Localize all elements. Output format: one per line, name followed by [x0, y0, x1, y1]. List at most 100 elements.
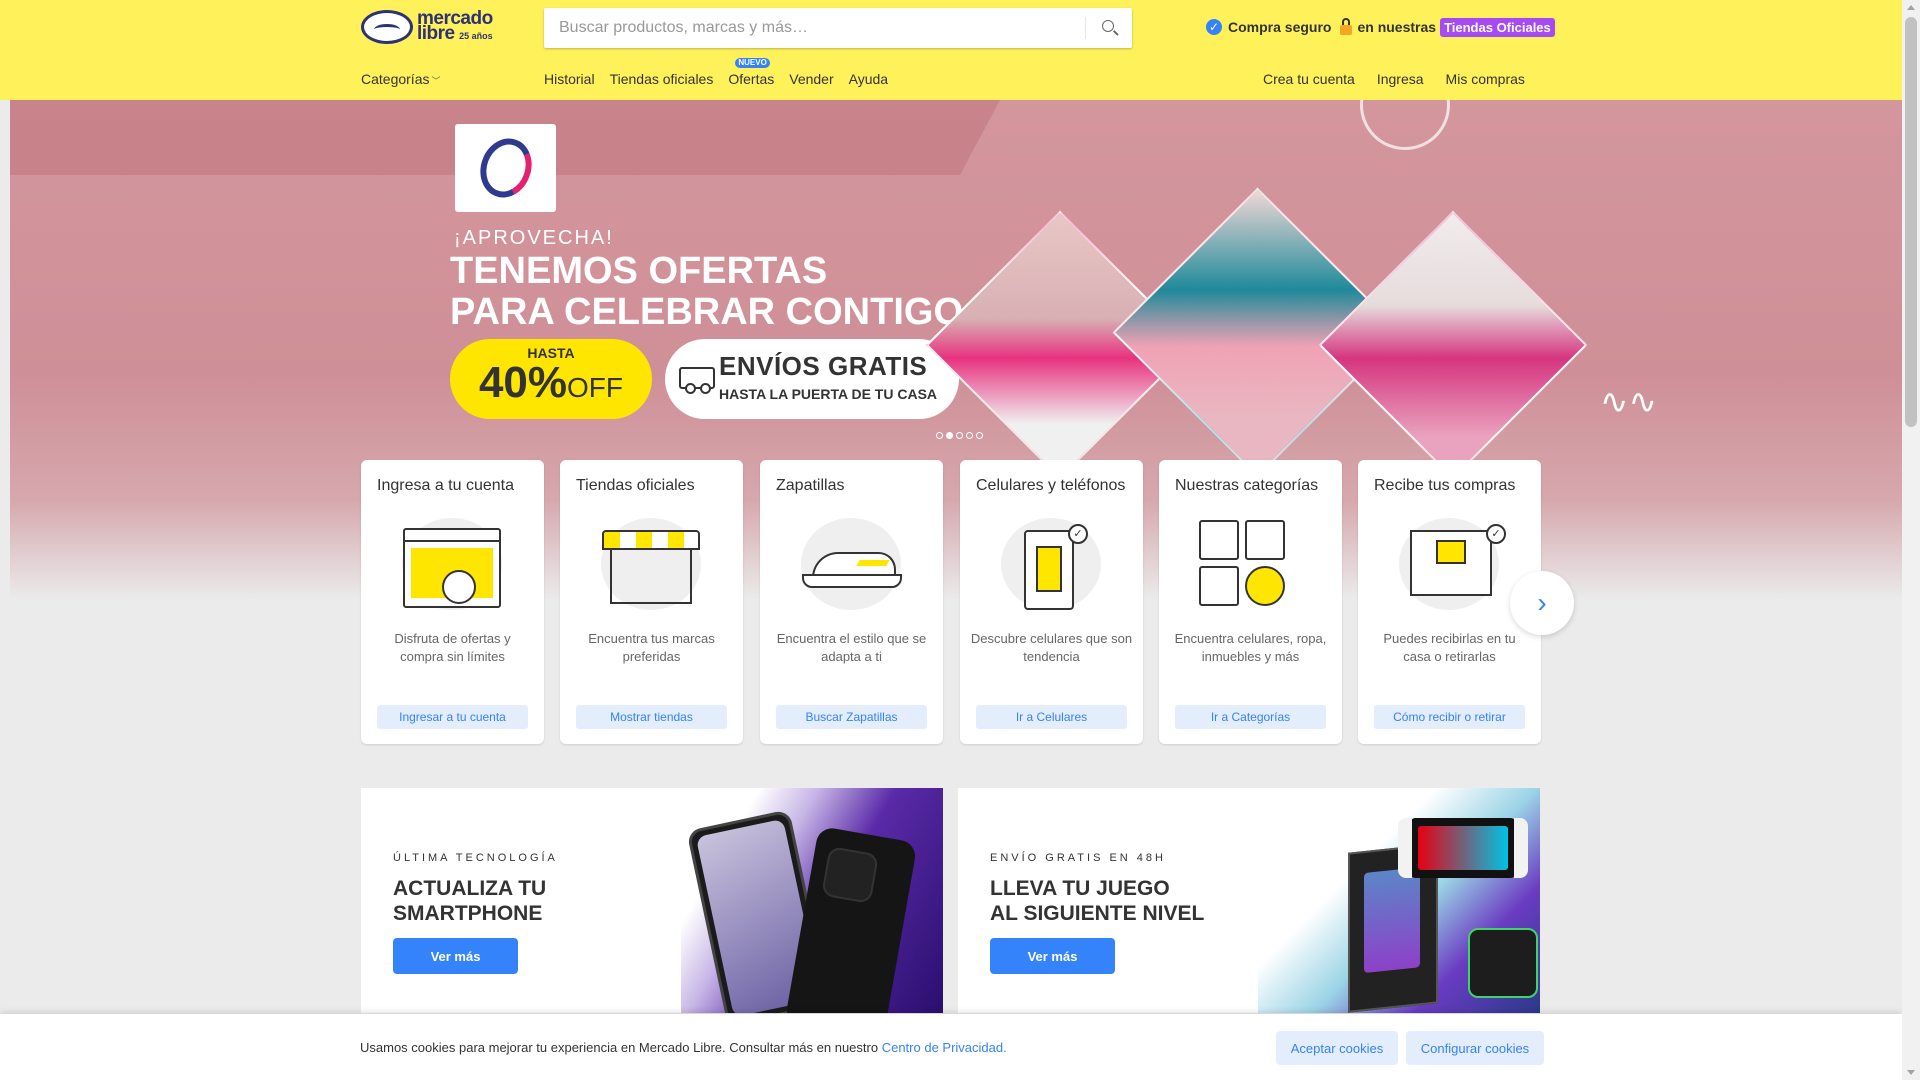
privacy-center-link[interactable]: Centro de Privacidad. [882, 1040, 1007, 1055]
hero-eyebrow: ¡APROVECHA! [454, 227, 614, 249]
hero-headline: TENEMOS OFERTAS PARA CELEBRAR CONTIGO [450, 251, 970, 333]
carousel-dots [936, 432, 983, 439]
configure-cookies-button[interactable]: Configurar cookies [1406, 1031, 1544, 1065]
scroll-up-arrow-icon[interactable] [1907, 5, 1915, 10]
earbuds-image [1468, 928, 1538, 998]
login-link[interactable]: Ingresa [1377, 71, 1424, 87]
discount-pill: HASTA 40%OFF [450, 339, 652, 419]
card-cta-button[interactable]: Buscar Zapatillas [776, 705, 927, 729]
sneaker-icon [802, 550, 902, 590]
banner-kicker: ENVÍO GRATIS EN 48H [990, 852, 1166, 864]
nav-ayuda[interactable]: Ayuda [849, 71, 888, 87]
user-screen-icon [403, 528, 501, 608]
account-nav: Crea tu cuenta Ingresa Mis compras [1263, 71, 1525, 87]
ver-mas-button[interactable]: Ver más [990, 938, 1115, 974]
search-input[interactable] [544, 8, 1084, 48]
promo-en-text: en nuestras [1357, 19, 1437, 35]
banner-title-1: LLEVA TU JUEGO [990, 877, 1170, 900]
chevron-right-icon: › [1537, 587, 1547, 618]
card-title: Celulares y teléfonos [976, 477, 1126, 494]
nav-vender[interactable]: Vender [789, 71, 833, 87]
ver-mas-button[interactable]: Ver más [393, 938, 518, 974]
card-description: Encuentra tus marcas preferidas [588, 631, 715, 664]
nav-ofertas-label: Ofertas [728, 71, 775, 87]
lock-icon [1339, 18, 1353, 36]
carousel-dot[interactable] [936, 432, 943, 439]
product-photo-blanket [1318, 210, 1588, 480]
truck-icon [679, 367, 715, 394]
carousel-dot[interactable] [966, 432, 973, 439]
card-description: Descubre celulares que son tendencia [970, 631, 1133, 664]
tiendas-oficiales-tag[interactable]: Tiendas Oficiales [1440, 17, 1555, 37]
categories-menu[interactable]: Categorías ﹀ [361, 71, 441, 87]
card-title: Recibe tus compras [1374, 477, 1516, 494]
banner-title: LLEVA TU JUEGO AL SIGUIENTE NIVEL [990, 876, 1290, 926]
cookie-message: Usamos cookies para mejorar tu experienc… [360, 1040, 1007, 1055]
card-description: Encuentra celulares, ropa, inmuebles y m… [1174, 631, 1327, 664]
card-title: Ingresa a tu cuenta [377, 477, 514, 494]
check-icon: ✓ [1068, 524, 1088, 544]
card-title: Tiendas oficiales [576, 477, 695, 494]
card-description: Puedes recibirlas en tu casa o retirarla… [1383, 631, 1516, 664]
card-categories: Nuestras categorías Encuentra celulares,… [1159, 460, 1342, 744]
check-icon: ✓ [1486, 524, 1506, 544]
hero-headline-2: PARA CELEBRAR CONTIGO [450, 291, 963, 333]
search-button[interactable] [1086, 8, 1132, 48]
hero-banner[interactable]: ¡APROVECHA! TENEMOS OFERTAS PARA CELEBRA… [10, 100, 1902, 600]
card-cta-button[interactable]: Cómo recibir o retirar [1374, 705, 1525, 729]
card-cta-button[interactable]: Ir a Celulares [976, 705, 1127, 729]
banner-kicker: ÚLTIMA TECNOLOGÍA [393, 852, 558, 864]
create-account-link[interactable]: Crea tu cuenta [1263, 71, 1355, 87]
carousel-dot[interactable] [976, 432, 983, 439]
cookie-message-text: Usamos cookies para mejorar tu experienc… [360, 1040, 882, 1055]
hero-headline-1: TENEMOS OFERTAS [450, 250, 828, 292]
card-description: Encuentra el estilo que se adapta a ti [776, 631, 927, 664]
nuevo-badge: NUEVO [735, 58, 770, 68]
verified-check-icon: ✓ [1204, 17, 1224, 37]
banner-title-2: SMARTPHONE [393, 902, 543, 925]
nav-ofertas[interactable]: NUEVO Ofertas [728, 58, 775, 87]
decor-circle [1360, 100, 1450, 150]
card-cta-button[interactable]: Mostrar tiendas [576, 705, 727, 729]
card-phones: Celulares y teléfonos ✓ Descubre celular… [960, 460, 1143, 744]
banner-title-1: ACTUALIZA TU [393, 877, 547, 900]
banner-title-2: AL SIGUIENTE NIVEL [990, 902, 1205, 925]
chevron-down-icon: ﹀ [431, 76, 441, 86]
main-nav: Historial Tiendas oficiales NUEVO Ofertas… [544, 58, 888, 87]
card-title: Zapatillas [776, 477, 845, 494]
secure-purchase-promo[interactable]: ✓ Compra seguro en nuestras Tiendas Ofic… [1204, 16, 1555, 38]
cookie-banner: Usamos cookies para mejorar tu experienc… [0, 1014, 1902, 1080]
smartphone-icon [1024, 530, 1074, 610]
categories-grid-icon [1199, 520, 1287, 610]
handshake-icon [361, 10, 413, 44]
categories-label: Categorías [361, 71, 430, 87]
banner-title: ACTUALIZA TU SMARTPHONE [393, 876, 693, 926]
card-cta-button[interactable]: Ir a Categorías [1175, 705, 1326, 729]
promo-compra-text: Compra seguro [1228, 19, 1332, 35]
game-console-image [1398, 818, 1528, 878]
discount-off: OFF [567, 372, 624, 403]
carousel-next-button[interactable]: › [1510, 571, 1574, 635]
card-sneakers: Zapatillas Encuentra el estilo que se ad… [760, 460, 943, 744]
brand-logo [455, 124, 556, 212]
banner-smartphone[interactable]: ÚLTIMA TECNOLOGÍA ACTUALIZA TU SMARTPHON… [361, 788, 943, 1013]
card-description: Disfruta de ofertas y compra sin límites [394, 631, 511, 664]
page-scrollbar[interactable] [1902, 0, 1920, 1080]
carousel-dot[interactable] [956, 432, 963, 439]
carousel-dot-active[interactable] [946, 432, 953, 439]
top-header: mercado libre 25 años ✓ Compra seguro en… [0, 0, 1902, 100]
card-title: Nuestras categorías [1175, 477, 1319, 494]
scrollbar-thumb[interactable] [1905, 17, 1917, 427]
card-cta-button[interactable]: Ingresar a tu cuenta [377, 705, 528, 729]
free-shipping-pill: ENVÍOS GRATIS HASTA LA PUERTA DE TU CASA [665, 339, 959, 419]
nav-historial[interactable]: Historial [544, 71, 595, 87]
banner-gaming[interactable]: ENVÍO GRATIS EN 48H LLEVA TU JUEGO AL SI… [958, 788, 1540, 1013]
accept-cookies-button[interactable]: Aceptar cookies [1276, 1031, 1398, 1065]
nav-tiendas-oficiales[interactable]: Tiendas oficiales [610, 71, 714, 87]
scroll-down-arrow-icon[interactable] [1907, 1070, 1915, 1075]
shipping-title: ENVÍOS GRATIS [719, 351, 928, 381]
mercadolibre-logo[interactable]: mercado libre 25 años [361, 9, 493, 44]
my-purchases-link[interactable]: Mis compras [1446, 71, 1525, 87]
search-bar [544, 8, 1132, 48]
store-icon [602, 530, 700, 606]
